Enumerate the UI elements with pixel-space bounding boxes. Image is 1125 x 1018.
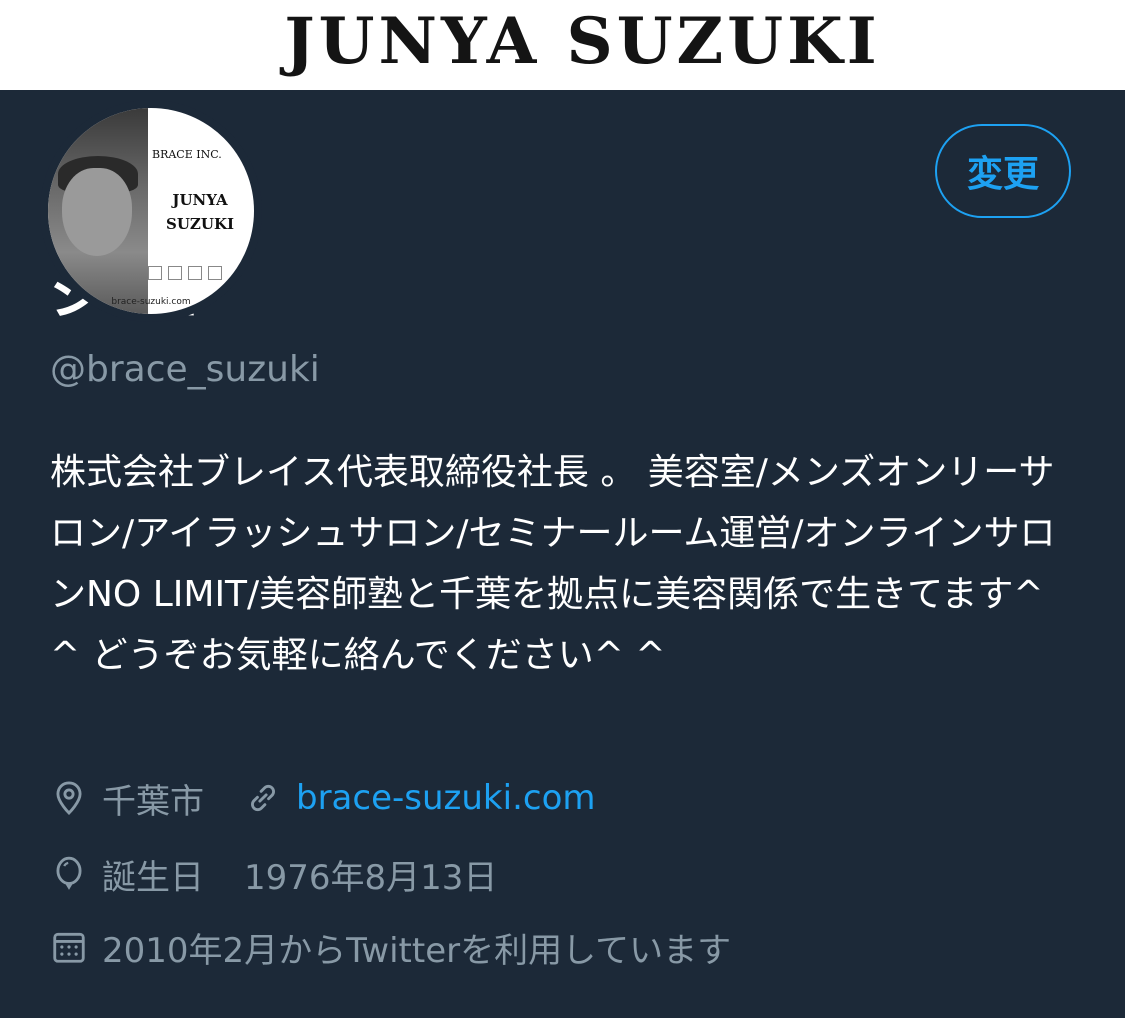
- link-icon: [251, 784, 275, 812]
- avatar-name-line2: SUZUKI: [166, 215, 234, 233]
- avatar[interactable]: BRACE INC. JUNYA SUZUKI brace-suzuki.com: [40, 100, 262, 322]
- location-pin-icon: [56, 781, 82, 816]
- profile-location: 千葉市: [102, 781, 204, 822]
- profile-banner[interactable]: JUNYA SUZUKI: [0, 0, 1125, 90]
- birthday-row: 誕生日 1976年8月13日: [50, 849, 497, 899]
- joined-row: 2010年2月からTwitterを利用しています: [50, 922, 731, 972]
- calendar-icon: [53, 932, 85, 963]
- avatar-logo: [188, 266, 202, 280]
- profile-bio: 株式会社ブレイス代表取締役社長 。 美容室/メンズオンリーサロン/アイラッシュサ…: [50, 452, 1056, 676]
- location-website-row: 千葉市 brace-suzuki.com: [50, 773, 596, 823]
- avatar-logos: [148, 266, 248, 280]
- avatar-url: brace-suzuki.com: [111, 297, 191, 307]
- joined-date: 2010年2月からTwitterを利用しています: [102, 930, 732, 971]
- user-handle: @brace_suzuki: [50, 349, 320, 390]
- avatar-company: BRACE INC.: [152, 148, 222, 161]
- birthday-date: 1976年8月13日: [244, 857, 498, 898]
- edit-profile-button[interactable]: 変更: [935, 124, 1071, 218]
- avatar-name: JUNYA SUZUKI: [146, 188, 254, 236]
- avatar-logo: [148, 266, 162, 280]
- banner-title: JUNYA SUZUKI: [284, 4, 881, 79]
- profile-header: BRACE INC. JUNYA SUZUKI brace-suzuki.com…: [0, 90, 1125, 1018]
- birthday-label: 誕生日: [102, 857, 204, 898]
- balloon-icon: [56, 856, 82, 890]
- profile-website-link[interactable]: brace-suzuki.com: [296, 778, 596, 818]
- avatar-face: [62, 168, 132, 256]
- avatar-logo: [168, 266, 182, 280]
- avatar-name-line1: JUNYA: [172, 191, 228, 209]
- avatar-image: BRACE INC. JUNYA SUZUKI brace-suzuki.com: [48, 108, 254, 314]
- avatar-logo: [208, 266, 222, 280]
